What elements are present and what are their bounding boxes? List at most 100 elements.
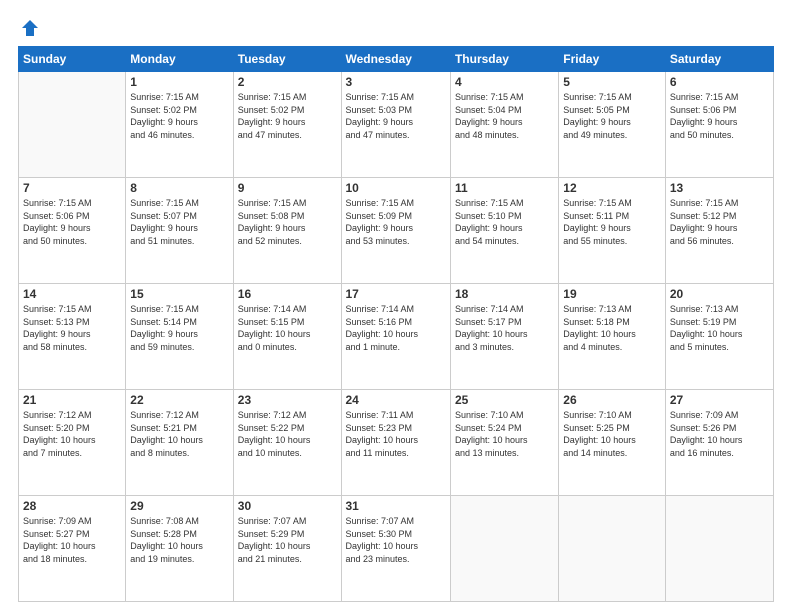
day-number: 14 <box>23 287 121 301</box>
week-row-4: 21 Sunrise: 7:12 AM Sunset: 5:20 PM Dayli… <box>19 390 774 496</box>
day-cell: 6Sunrise: 7:15 AM Sunset: 5:06 PM Daylig… <box>665 72 773 178</box>
calendar-body: 1 Sunrise: 7:15 AM Sunset: 5:02 PM Daylig… <box>19 72 774 602</box>
logo <box>18 18 40 38</box>
day-cell: 5 Sunrise: 7:15 AM Sunset: 5:05 PM Daylig… <box>559 72 666 178</box>
day-info: Sunrise: 7:08 AM Sunset: 5:28 PM Dayligh… <box>130 515 228 565</box>
day-cell: 1Sunrise: 7:15 AM Sunset: 5:02 PM Daylig… <box>126 72 233 178</box>
day-cell: 11 Sunrise: 7:15 AM Sunset: 5:10 PM Dayli… <box>450 178 558 284</box>
day-cell: 18 Sunrise: 7:14 AM Sunset: 5:17 PM Dayli… <box>450 284 558 390</box>
day-info: Sunrise: 7:15 AM Sunset: 5:11 PM Dayligh… <box>563 197 661 247</box>
day-cell: 29 Sunrise: 7:08 AM Sunset: 5:28 PM Dayli… <box>126 496 233 602</box>
week-row-1: 1 Sunrise: 7:15 AM Sunset: 5:02 PM Daylig… <box>19 72 774 178</box>
day-number: 18 <box>455 287 554 301</box>
day-info: Sunrise: 7:09 AM Sunset: 5:26 PM Dayligh… <box>670 409 769 459</box>
day-number: 12 <box>563 181 661 195</box>
week-row-5: 28 Sunrise: 7:09 AM Sunset: 5:27 PM Dayli… <box>19 496 774 602</box>
day-number: 30 <box>238 499 337 513</box>
day-number: 7 <box>23 181 121 195</box>
day-info: Sunrise: 7:12 AM Sunset: 5:21 PM Dayligh… <box>130 409 228 459</box>
day-info: Sunrise: 7:15 AM Sunset: 5:05 PM Dayligh… <box>563 91 661 141</box>
day-cell: 7 Sunrise: 7:15 AM Sunset: 5:06 PM Daylig… <box>19 178 126 284</box>
day-number: 15 <box>130 287 228 301</box>
day-info: Sunrise: 7:15 AM Sunset: 5:06 PM Dayligh… <box>670 91 769 141</box>
day-info: Sunrise: 7:10 AM Sunset: 5:24 PM Dayligh… <box>455 409 554 459</box>
day-number: 28 <box>23 499 121 513</box>
day-number: 23 <box>238 393 337 407</box>
day-info: Sunrise: 7:14 AM Sunset: 5:17 PM Dayligh… <box>455 303 554 353</box>
day-cell: 3Sunrise: 7:15 AM Sunset: 5:03 PM Daylig… <box>341 72 450 178</box>
day-number: 1 <box>130 75 228 89</box>
day-info: Sunrise: 7:15 AM Sunset: 5:10 PM Dayligh… <box>455 197 554 247</box>
day-info: Sunrise: 7:15 AM Sunset: 5:13 PM Dayligh… <box>23 303 121 353</box>
day-number: 26 <box>563 393 661 407</box>
column-header-wednesday: Wednesday <box>341 47 450 72</box>
day-cell: 9 Sunrise: 7:15 AM Sunset: 5:08 PM Daylig… <box>233 178 341 284</box>
day-info: Sunrise: 7:15 AM Sunset: 5:04 PM Dayligh… <box>455 91 554 141</box>
day-number: 21 <box>23 393 121 407</box>
day-info: Sunrise: 7:15 AM Sunset: 5:03 PM Dayligh… <box>346 91 446 141</box>
column-header-saturday: Saturday <box>665 47 773 72</box>
day-cell: 10 Sunrise: 7:15 AM Sunset: 5:09 PM Dayli… <box>341 178 450 284</box>
day-number: 24 <box>346 393 446 407</box>
day-number: 11 <box>455 181 554 195</box>
day-info: Sunrise: 7:09 AM Sunset: 5:27 PM Dayligh… <box>23 515 121 565</box>
day-info: Sunrise: 7:15 AM Sunset: 5:09 PM Dayligh… <box>346 197 446 247</box>
day-number: 19 <box>563 287 661 301</box>
day-cell: 24 Sunrise: 7:11 AM Sunset: 5:23 PM Dayli… <box>341 390 450 496</box>
day-number: 8 <box>130 181 228 195</box>
day-number: 25 <box>455 393 554 407</box>
day-number: 27 <box>670 393 769 407</box>
header <box>18 18 774 38</box>
day-info: Sunrise: 7:12 AM Sunset: 5:20 PM Dayligh… <box>23 409 121 459</box>
day-number: 17 <box>346 287 446 301</box>
day-cell: 8 Sunrise: 7:15 AM Sunset: 5:07 PM Daylig… <box>126 178 233 284</box>
day-info: Sunrise: 7:13 AM Sunset: 5:18 PM Dayligh… <box>563 303 661 353</box>
column-header-thursday: Thursday <box>450 47 558 72</box>
day-number: 13 <box>670 181 769 195</box>
day-info: Sunrise: 7:15 AM Sunset: 5:02 PM Dayligh… <box>238 91 337 141</box>
day-info: Sunrise: 7:07 AM Sunset: 5:29 PM Dayligh… <box>238 515 337 565</box>
week-row-3: 14 Sunrise: 7:15 AM Sunset: 5:13 PM Dayli… <box>19 284 774 390</box>
day-cell: 21 Sunrise: 7:12 AM Sunset: 5:20 PM Dayli… <box>19 390 126 496</box>
day-number: 22 <box>130 393 228 407</box>
day-cell: 2 Sunrise: 7:15 AM Sunset: 5:02 PM Daylig… <box>233 72 341 178</box>
day-number: 10 <box>346 181 446 195</box>
week-row-2: 7 Sunrise: 7:15 AM Sunset: 5:06 PM Daylig… <box>19 178 774 284</box>
day-cell: 19 Sunrise: 7:13 AM Sunset: 5:18 PM Dayli… <box>559 284 666 390</box>
day-cell <box>665 496 773 602</box>
day-info: Sunrise: 7:15 AM Sunset: 5:06 PM Dayligh… <box>23 197 121 247</box>
day-number: 4 <box>455 75 554 89</box>
calendar-table: SundayMondayTuesdayWednesdayThursdayFrid… <box>18 46 774 602</box>
day-number: 29 <box>130 499 228 513</box>
logo-icon <box>20 18 40 38</box>
day-cell <box>19 72 126 178</box>
day-cell: 20 Sunrise: 7:13 AM Sunset: 5:19 PM Dayli… <box>665 284 773 390</box>
day-number: 9 <box>238 181 337 195</box>
day-number: 31 <box>346 499 446 513</box>
day-cell: 12 Sunrise: 7:15 AM Sunset: 5:11 PM Dayli… <box>559 178 666 284</box>
day-cell: 14 Sunrise: 7:15 AM Sunset: 5:13 PM Dayli… <box>19 284 126 390</box>
page: SundayMondayTuesdayWednesdayThursdayFrid… <box>0 0 792 612</box>
day-number: 20 <box>670 287 769 301</box>
day-info: Sunrise: 7:15 AM Sunset: 5:08 PM Dayligh… <box>238 197 337 247</box>
day-cell: 23 Sunrise: 7:12 AM Sunset: 5:22 PM Dayli… <box>233 390 341 496</box>
day-info: Sunrise: 7:14 AM Sunset: 5:15 PM Dayligh… <box>238 303 337 353</box>
day-number: 5 <box>563 75 661 89</box>
day-info: Sunrise: 7:14 AM Sunset: 5:16 PM Dayligh… <box>346 303 446 353</box>
day-info: Sunrise: 7:12 AM Sunset: 5:22 PM Dayligh… <box>238 409 337 459</box>
column-header-sunday: Sunday <box>19 47 126 72</box>
day-cell: 31Sunrise: 7:07 AM Sunset: 5:30 PM Dayli… <box>341 496 450 602</box>
day-cell <box>559 496 666 602</box>
day-info: Sunrise: 7:11 AM Sunset: 5:23 PM Dayligh… <box>346 409 446 459</box>
day-info: Sunrise: 7:13 AM Sunset: 5:19 PM Dayligh… <box>670 303 769 353</box>
day-number: 2 <box>238 75 337 89</box>
day-cell: 17 Sunrise: 7:14 AM Sunset: 5:16 PM Dayli… <box>341 284 450 390</box>
day-cell <box>450 496 558 602</box>
day-cell: 4 Sunrise: 7:15 AM Sunset: 5:04 PM Daylig… <box>450 72 558 178</box>
day-cell: 13 Sunrise: 7:15 AM Sunset: 5:12 PM Dayli… <box>665 178 773 284</box>
day-info: Sunrise: 7:15 AM Sunset: 5:07 PM Dayligh… <box>130 197 228 247</box>
day-info: Sunrise: 7:15 AM Sunset: 5:12 PM Dayligh… <box>670 197 769 247</box>
column-header-tuesday: Tuesday <box>233 47 341 72</box>
day-cell: 22 Sunrise: 7:12 AM Sunset: 5:21 PM Dayli… <box>126 390 233 496</box>
day-cell: 26Sunrise: 7:10 AM Sunset: 5:25 PM Dayli… <box>559 390 666 496</box>
